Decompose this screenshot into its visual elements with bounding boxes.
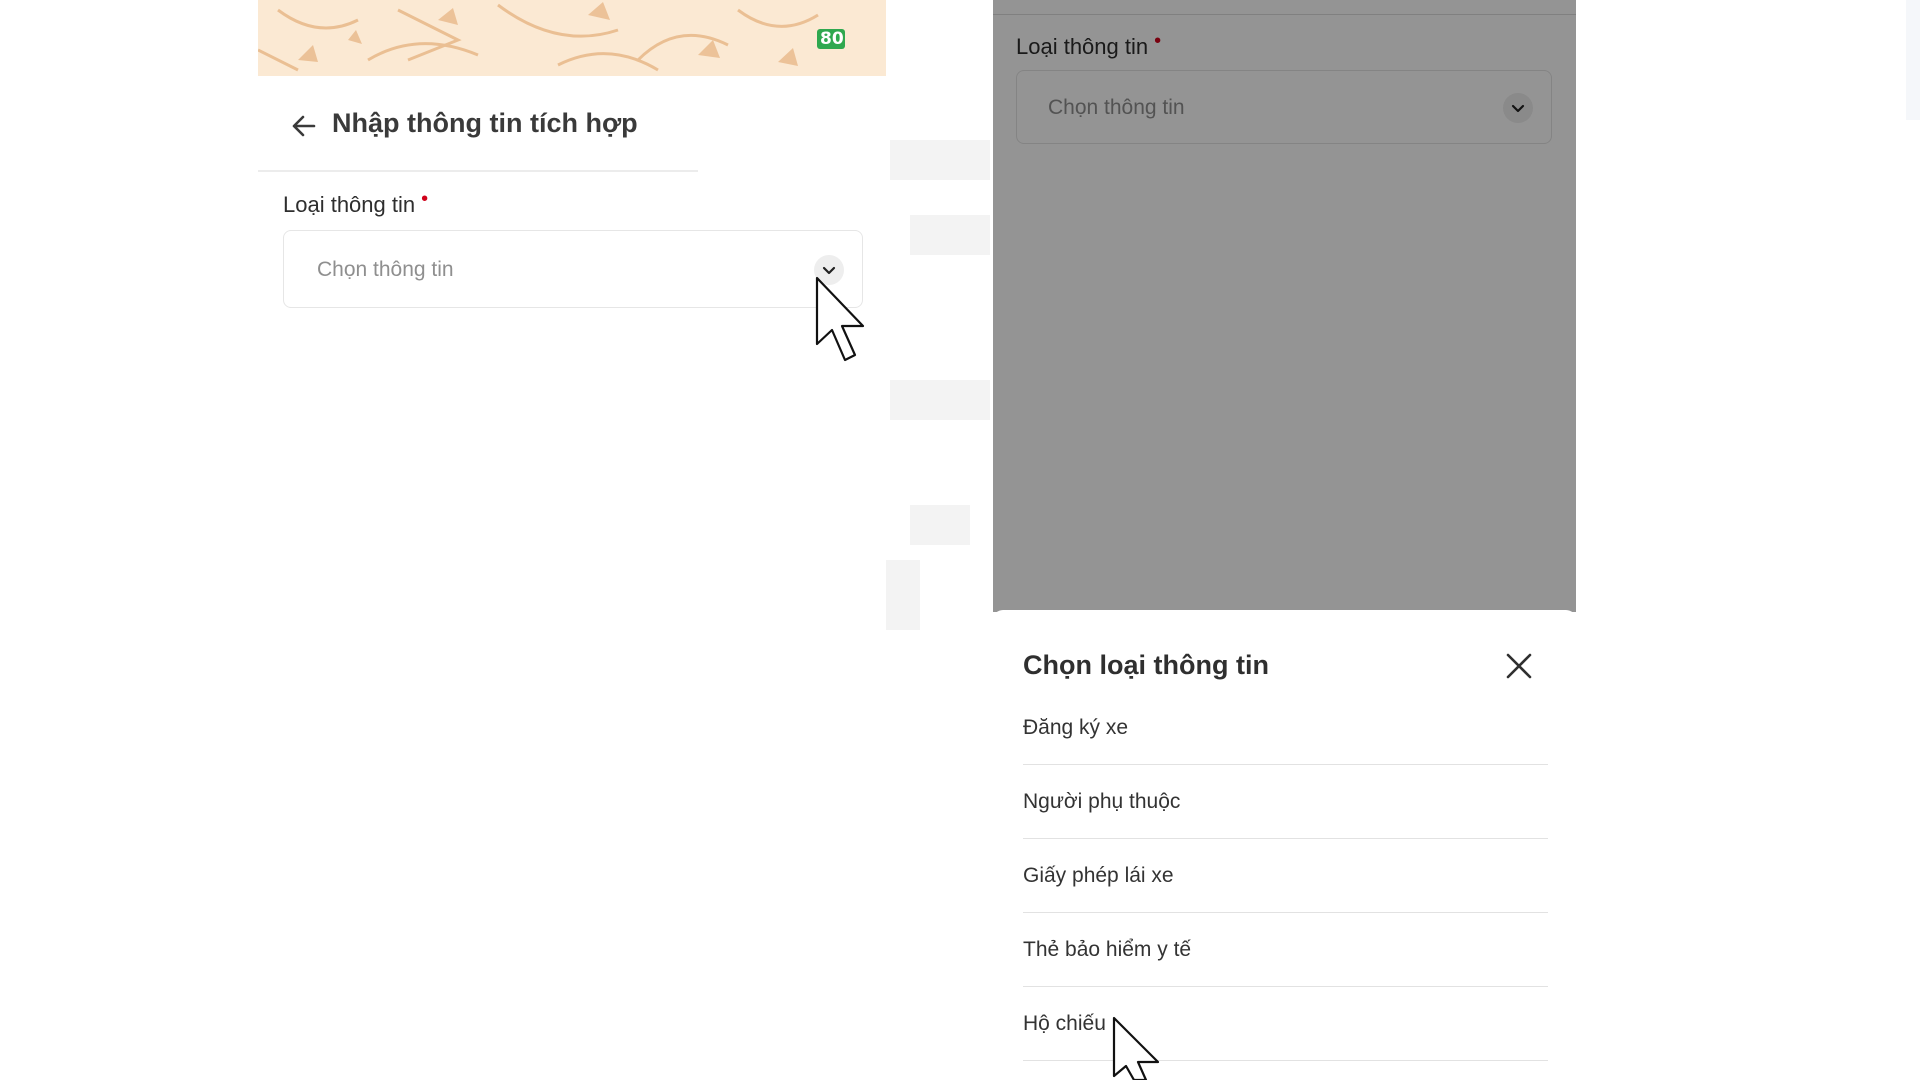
option-label: Đăng ký xe: [1023, 716, 1129, 739]
sheet-title: Chọn loại thông tin: [1023, 650, 1269, 680]
required-indicator: •: [421, 188, 429, 210]
back-arrow-icon: [292, 115, 316, 137]
close-button[interactable]: [1503, 650, 1535, 682]
close-icon: [1506, 653, 1532, 679]
left-screen: 80 Nhập thông tin tích hợp Loại thông ti…: [258, 0, 886, 1080]
drum-pattern-decoration: [258, 2, 819, 72]
right-screen: Loại thông tin • Chọn thông tin Chọn loại…: [993, 0, 1576, 1080]
option-label: Giấy phép lái xe: [1023, 864, 1174, 887]
chevron-down-icon[interactable]: [814, 255, 844, 285]
option-list: Đăng ký xe Người phụ thuộc Giấy phép lái…: [1023, 708, 1548, 1061]
page-header: Nhập thông tin tích hợp: [258, 92, 886, 172]
list-item[interactable]: Giấy phép lái xe: [1023, 839, 1548, 913]
list-item[interactable]: Người phụ thuộc: [1023, 765, 1548, 839]
field-label-text: Loại thông tin: [283, 192, 416, 217]
option-label: Hộ chiếu: [1023, 1012, 1106, 1035]
back-button[interactable]: [284, 106, 324, 146]
list-item[interactable]: Hộ chiếu: [1023, 987, 1548, 1061]
select-placeholder: Chọn thông tin: [317, 258, 454, 281]
list-item[interactable]: Đăng ký xe: [1023, 708, 1548, 765]
header-banner: 80: [258, 0, 886, 76]
list-item[interactable]: Thẻ bảo hiểm y tế: [1023, 913, 1548, 987]
edge-strip: [1906, 0, 1920, 120]
option-label: Người phụ thuộc: [1023, 790, 1181, 813]
speed-badge: 80: [817, 29, 845, 49]
bottom-sheet: Chọn loại thông tin Đăng ký xe Người phụ…: [993, 610, 1576, 1080]
field-label: Loại thông tin •: [283, 188, 428, 218]
page-title: Nhập thông tin tích hợp: [332, 108, 638, 138]
header-divider: [258, 170, 698, 172]
info-type-select[interactable]: Chọn thông tin: [283, 230, 863, 308]
option-label: Thẻ bảo hiểm y tế: [1023, 938, 1192, 961]
modal-backdrop[interactable]: [993, 0, 1576, 612]
